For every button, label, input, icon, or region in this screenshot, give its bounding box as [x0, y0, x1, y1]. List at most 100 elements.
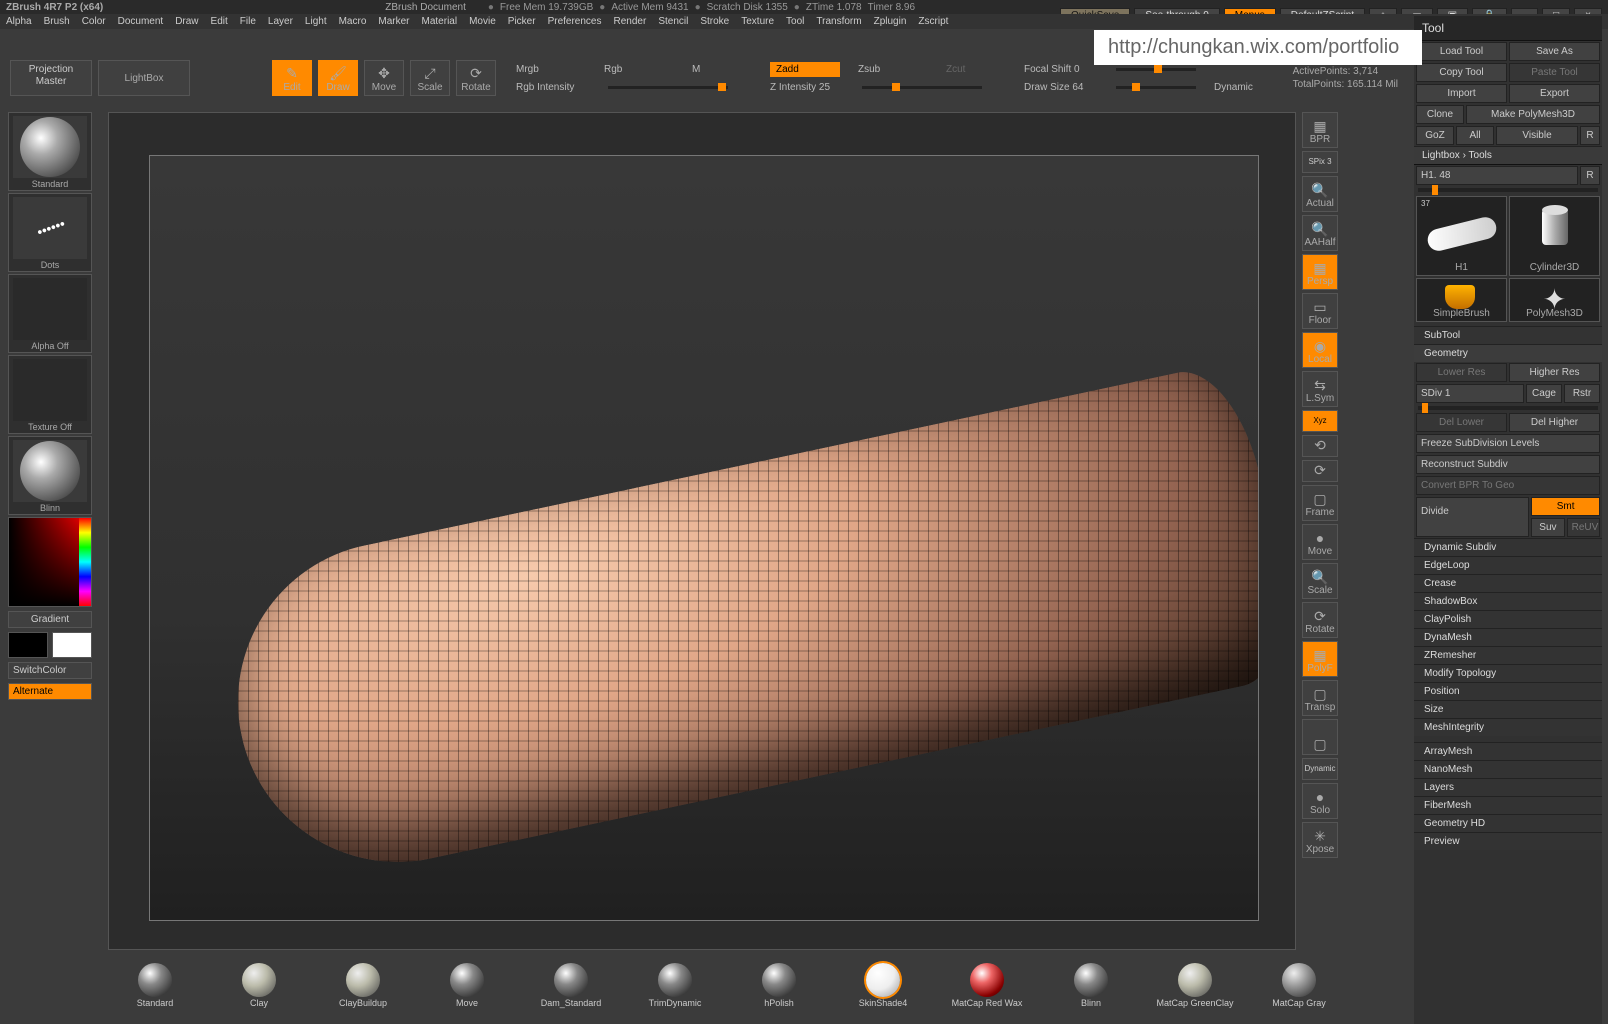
- mat-clay[interactable]: [242, 963, 276, 997]
- menu-movie[interactable]: Movie: [469, 16, 496, 27]
- mat-blinn[interactable]: [1074, 963, 1108, 997]
- dynamic-subdiv-section[interactable]: Dynamic Subdiv: [1414, 538, 1602, 556]
- xyz-button[interactable]: Xyz: [1302, 410, 1338, 432]
- menu-alpha[interactable]: Alpha: [6, 16, 32, 27]
- menu-zscript[interactable]: Zscript: [918, 16, 948, 27]
- zadd-toggle[interactable]: Zadd: [770, 62, 840, 77]
- focal-shift-slider[interactable]: Focal Shift 0: [1024, 62, 1094, 77]
- menu-transform[interactable]: Transform: [816, 16, 861, 27]
- rgb-intensity-slider[interactable]: Rgb Intensity: [516, 80, 586, 95]
- tool-slider[interactable]: [1414, 186, 1602, 194]
- layers-section[interactable]: Layers: [1414, 778, 1602, 796]
- draw-button[interactable]: 🖌Draw: [318, 60, 358, 96]
- lower-res-button[interactable]: Lower Res: [1416, 363, 1507, 382]
- nanomesh-section[interactable]: NanoMesh: [1414, 760, 1602, 778]
- draw-size-slider[interactable]: Draw Size 64: [1024, 80, 1094, 95]
- geometry-section[interactable]: Geometry: [1414, 344, 1602, 362]
- clone-button[interactable]: Clone: [1416, 105, 1464, 124]
- del-higher-button[interactable]: Del Higher: [1509, 413, 1600, 432]
- mrgb-toggle[interactable]: Mrgb: [516, 62, 586, 77]
- menu-zplugin[interactable]: Zplugin: [874, 16, 907, 27]
- primary-color[interactable]: [52, 632, 92, 658]
- spix-slider[interactable]: SPix 3: [1302, 151, 1338, 173]
- goz-button[interactable]: GoZ: [1416, 126, 1454, 145]
- menu-brush[interactable]: Brush: [44, 16, 70, 27]
- mat-hpolish[interactable]: [762, 963, 796, 997]
- texture-picker[interactable]: Texture Off: [8, 355, 92, 434]
- reuv-button[interactable]: ReUV: [1567, 518, 1600, 537]
- divide-button[interactable]: Divide: [1416, 497, 1529, 537]
- mesh-r-button[interactable]: R: [1580, 166, 1600, 185]
- menu-marker[interactable]: Marker: [378, 16, 409, 27]
- m-toggle[interactable]: M: [692, 62, 762, 77]
- mat-gray[interactable]: [1282, 963, 1316, 997]
- mat-damstandard[interactable]: [554, 963, 588, 997]
- scale-button[interactable]: ⤢Scale: [410, 60, 450, 96]
- switch-color-button[interactable]: SwitchColor: [8, 662, 92, 679]
- menu-edit[interactable]: Edit: [211, 16, 228, 27]
- frame-button[interactable]: ▢Frame: [1302, 485, 1338, 521]
- copy-tool-button[interactable]: Copy Tool: [1416, 63, 1507, 82]
- material-picker[interactable]: Blinn: [8, 436, 92, 515]
- menu-macro[interactable]: Macro: [339, 16, 367, 27]
- paste-tool-button[interactable]: Paste Tool: [1509, 63, 1600, 82]
- dynamesh-section[interactable]: DynaMesh: [1414, 628, 1602, 646]
- geometry-hd-section[interactable]: Geometry HD: [1414, 814, 1602, 832]
- goz-all-button[interactable]: All: [1456, 126, 1494, 145]
- convert-bpr-button[interactable]: Convert BPR To Geo: [1416, 476, 1600, 495]
- rot-x-icon[interactable]: ⟲: [1302, 435, 1338, 457]
- reconstruct-subdiv-button[interactable]: Reconstruct Subdiv: [1416, 455, 1600, 474]
- polyf-button[interactable]: ▦PolyF: [1302, 641, 1338, 677]
- subtool-section[interactable]: SubTool: [1414, 326, 1602, 344]
- mat-greenclay[interactable]: [1178, 963, 1212, 997]
- rstr-button[interactable]: Rstr: [1564, 384, 1600, 403]
- gradient-button[interactable]: Gradient: [8, 611, 92, 628]
- goz-visible-button[interactable]: Visible: [1496, 126, 1578, 145]
- stroke-picker[interactable]: Dots: [8, 193, 92, 272]
- preview-section[interactable]: Preview: [1414, 832, 1602, 850]
- mat-claybuildup[interactable]: [346, 963, 380, 997]
- viewport[interactable]: [108, 112, 1296, 950]
- rot-y-icon[interactable]: ⟳: [1302, 460, 1338, 482]
- freeze-subdiv-button[interactable]: Freeze SubDivision Levels: [1416, 434, 1600, 453]
- projection-master-button[interactable]: Projection Master: [10, 60, 92, 96]
- edit-button[interactable]: ✎Edit: [272, 60, 312, 96]
- crease-section[interactable]: Crease: [1414, 574, 1602, 592]
- menu-preferences[interactable]: Preferences: [548, 16, 602, 27]
- persp-button[interactable]: ▦Persp: [1302, 254, 1338, 290]
- higher-res-button[interactable]: Higher Res: [1509, 363, 1600, 382]
- zcut-toggle[interactable]: Zcut: [946, 62, 1016, 77]
- del-lower-button[interactable]: Del Lower: [1416, 413, 1507, 432]
- arraymesh-section[interactable]: ArrayMesh: [1414, 742, 1602, 760]
- shadowbox-section[interactable]: ShadowBox: [1414, 592, 1602, 610]
- mat-trimdynamic[interactable]: [658, 963, 692, 997]
- tool-thumb-simplebrush[interactable]: SimpleBrush: [1416, 278, 1507, 322]
- menu-tool[interactable]: Tool: [786, 16, 804, 27]
- mat-move[interactable]: [450, 963, 484, 997]
- mat-skinshade4[interactable]: [866, 963, 900, 997]
- floor-button[interactable]: ▭Floor: [1302, 293, 1338, 329]
- menu-color[interactable]: Color: [82, 16, 106, 27]
- modify-topology-section[interactable]: Modify Topology: [1414, 664, 1602, 682]
- lightbox-tools-button[interactable]: Lightbox › Tools: [1414, 146, 1602, 165]
- move-button[interactable]: ✥Move: [364, 60, 404, 96]
- brush-picker[interactable]: Standard: [8, 112, 92, 191]
- make-polymesh3d-button[interactable]: Make PolyMesh3D: [1466, 105, 1600, 124]
- zsub-toggle[interactable]: Zsub: [858, 62, 928, 77]
- aahalf-button[interactable]: 🔍AAHalf: [1302, 215, 1338, 251]
- menu-file[interactable]: File: [240, 16, 256, 27]
- alternate-button[interactable]: Alternate: [8, 683, 92, 700]
- menu-material[interactable]: Material: [422, 16, 458, 27]
- menu-picker[interactable]: Picker: [508, 16, 536, 27]
- save-as-button[interactable]: Save As: [1509, 42, 1600, 61]
- import-button[interactable]: Import: [1416, 84, 1507, 103]
- color-picker[interactable]: [8, 517, 92, 607]
- view-move-button[interactable]: ●Move: [1302, 524, 1338, 560]
- lightbox-button[interactable]: LightBox: [98, 60, 190, 96]
- transp-button[interactable]: ▢Transp: [1302, 680, 1338, 716]
- tool-thumb-cylinder3d[interactable]: Cylinder3D: [1509, 196, 1600, 276]
- menu-draw[interactable]: Draw: [175, 16, 198, 27]
- rotate-button[interactable]: ⟳Rotate: [456, 60, 496, 96]
- mat-redwax[interactable]: [970, 963, 1004, 997]
- bpr-button[interactable]: ▦BPR: [1302, 112, 1338, 148]
